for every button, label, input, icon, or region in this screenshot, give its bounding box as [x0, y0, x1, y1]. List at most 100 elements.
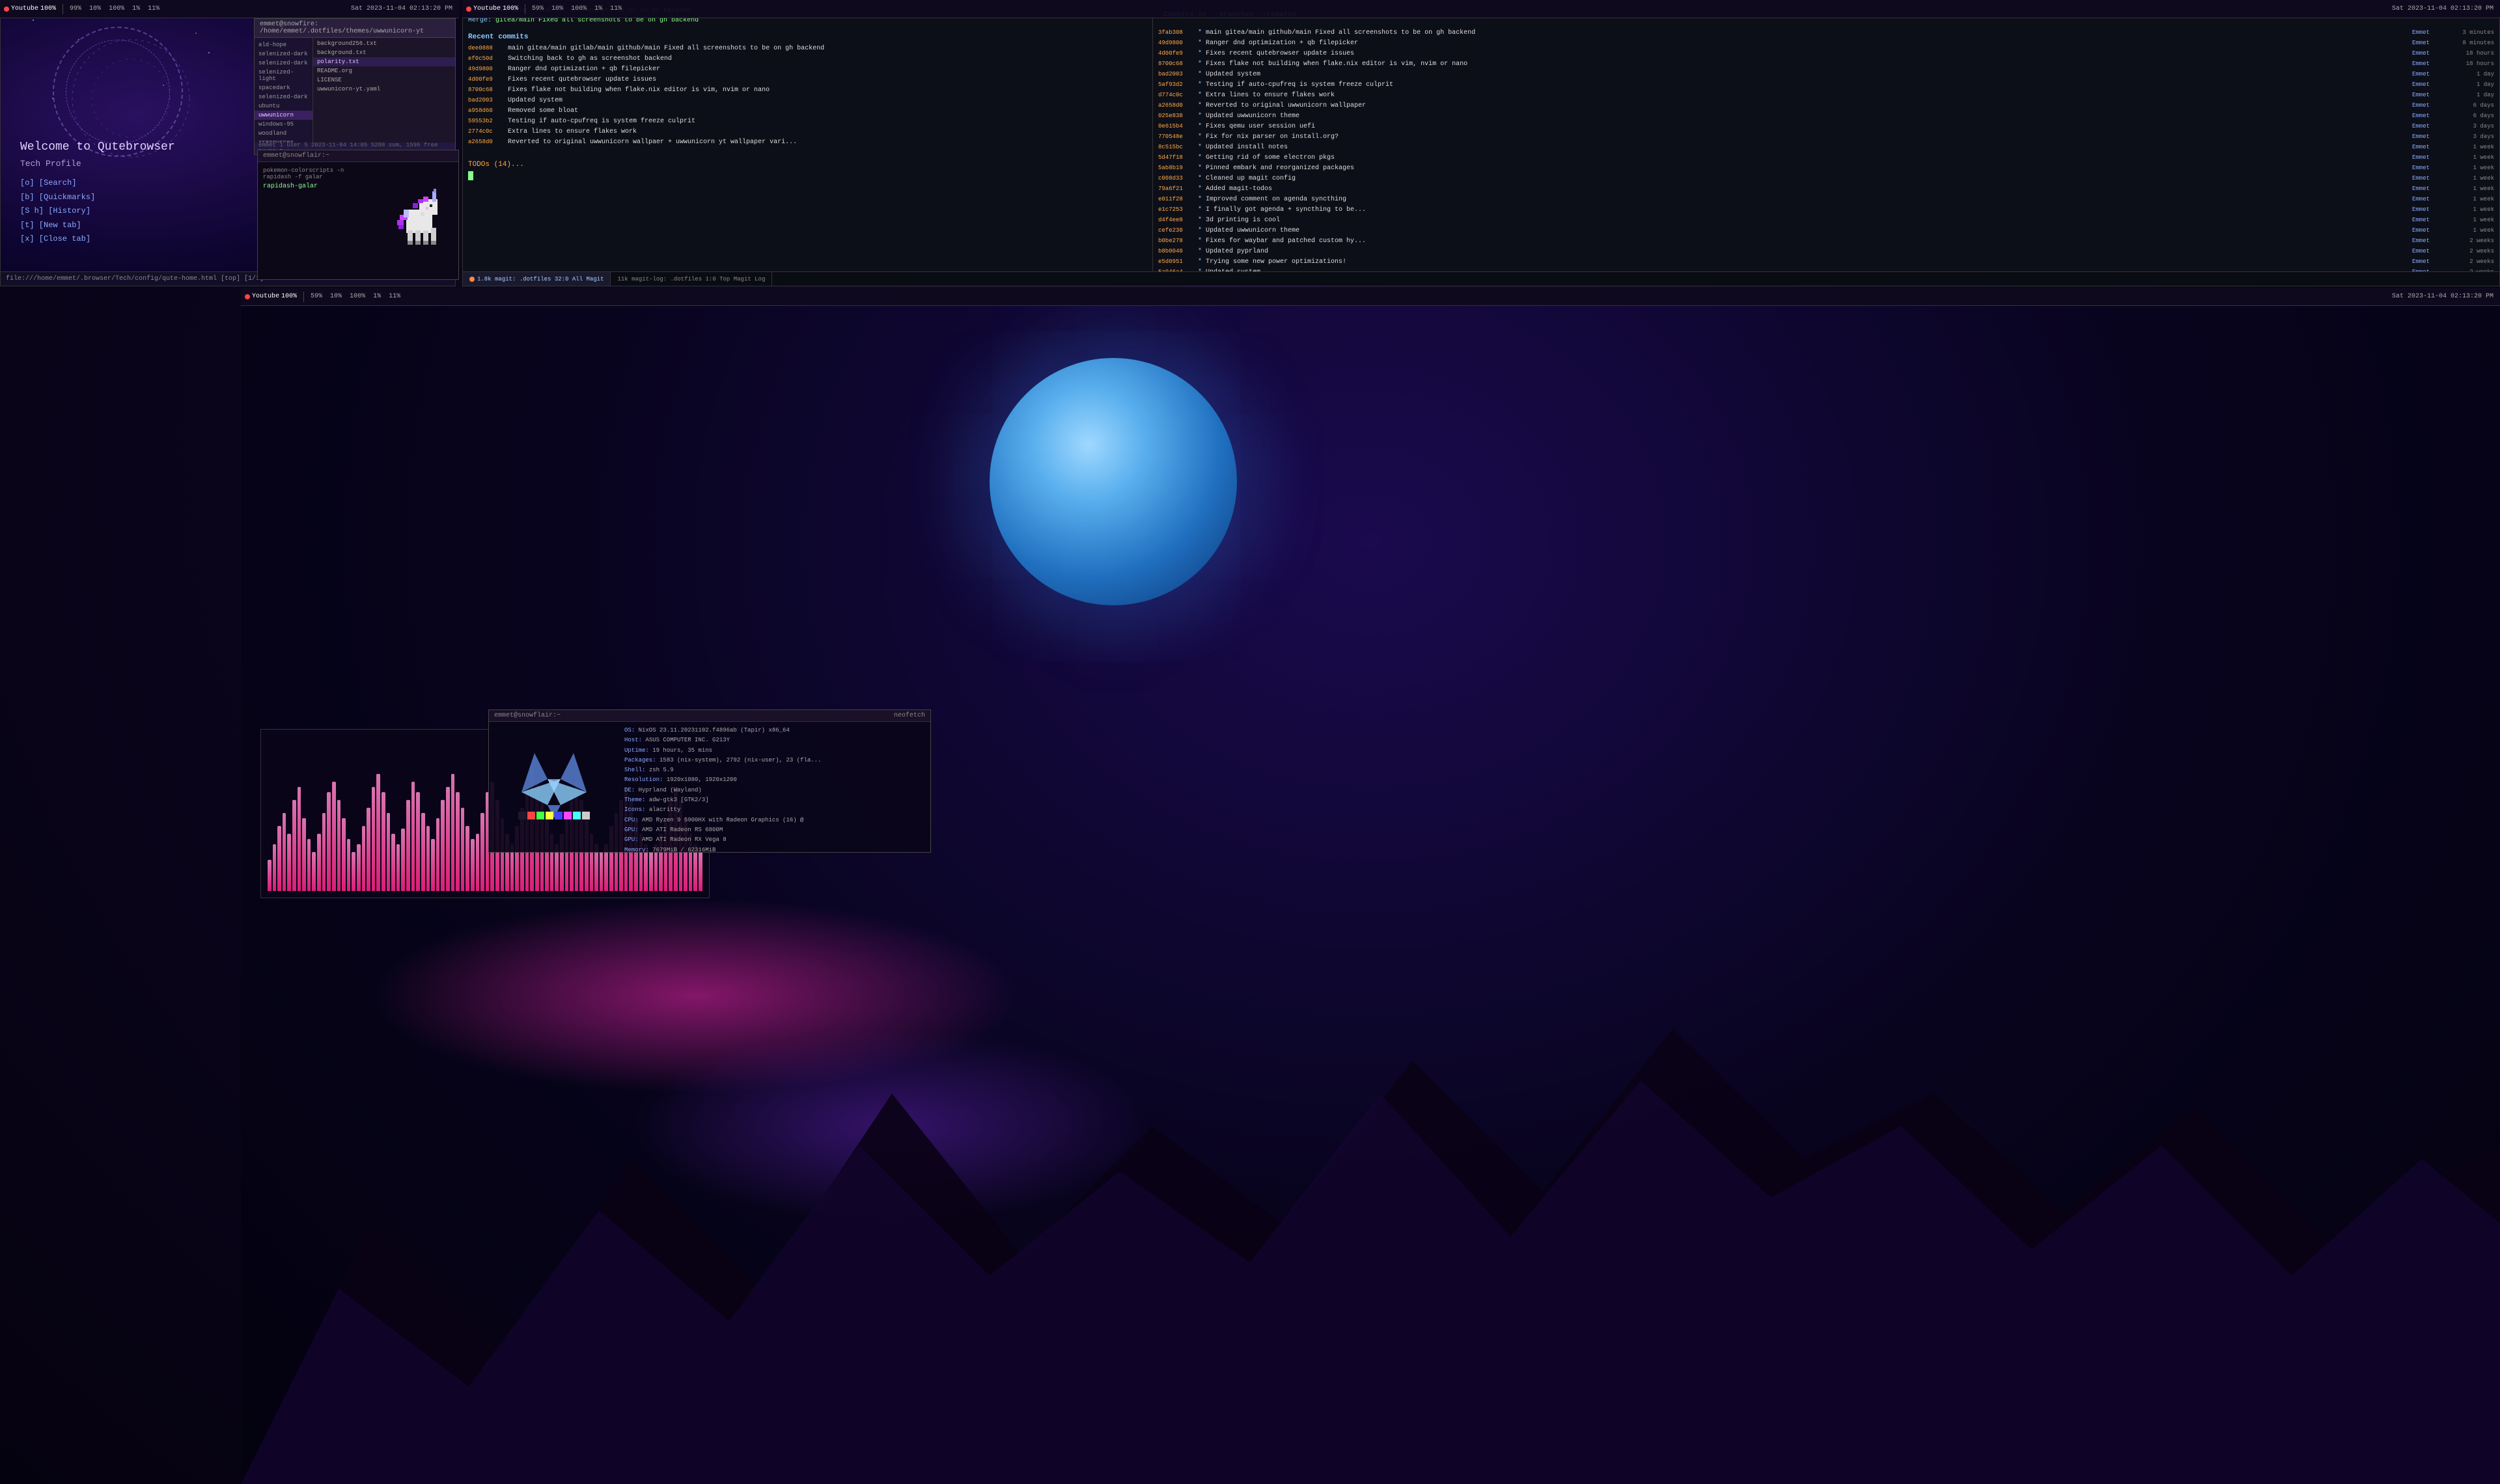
rapidash-sprite — [387, 184, 452, 255]
visualizer-bar — [283, 813, 286, 891]
visualizer-bar — [465, 826, 469, 891]
neofetch-header: emmet@snowflair:~ neofetch — [489, 710, 930, 722]
taskbar-sep — [62, 4, 63, 14]
files-theme-woodland[interactable]: woodland — [255, 129, 312, 138]
git-log-item: e011f28*Improved comment on agenda synct… — [1158, 195, 2494, 205]
files-theme-sel1[interactable]: selenized-dark — [255, 49, 312, 59]
taskbar-clock-bottom: Sat 2023-11-04 02:13:20 PM — [2392, 293, 2500, 300]
taskbar-cpu-r: 59% — [528, 5, 548, 12]
qute-text: Welcome to Qutebrowser Tech Profile [o] … — [20, 141, 175, 247]
git-commit-item: ef0c50dSwitching back to gh as screensho… — [468, 54, 1147, 64]
qute-link-quickmarks[interactable]: [b] [Quickmarks] — [20, 191, 175, 205]
qute-subtitle: Tech Profile — [20, 159, 175, 169]
qute-link-search[interactable]: [o] [Search] — [20, 176, 175, 191]
visualizer-bar — [307, 839, 311, 891]
git-commits-list: dee0888main gitea/main gitlab/main githu… — [468, 44, 1147, 148]
files-theme-uwwunicorn[interactable]: uwwunicorn — [255, 111, 312, 120]
files-theme-sel2[interactable]: selenized-dark — [255, 59, 312, 68]
git-log-item: cefe230*Updated uwwunicorn themeEmmet1 w… — [1158, 226, 2494, 236]
neofetch-content: OS: NixOS 23.11.20231102.f4896ab (Tapir)… — [489, 722, 930, 849]
visualizer-bar — [446, 787, 450, 891]
files-theme-ubuntu[interactable]: ubuntu — [255, 102, 312, 111]
taskbar-item-youtube-left[interactable]: Youtube 100% — [0, 5, 60, 12]
taskbar-disk: 100% — [105, 5, 128, 12]
taskbar-bottom-bat: 11% — [385, 293, 404, 300]
neofetch-line: Icons: alacritty — [624, 805, 925, 815]
pokemon-terminal: pokemon-colorscripts -n rapidash -f gala… — [258, 162, 380, 277]
git-log-item: 5af93d2*Testing if auto-cpufreq is syste… — [1158, 80, 2494, 90]
taskbar-disk-r: 100% — [567, 5, 590, 12]
neofetch-line: Resolution: 1920x1080, 1920x1200 — [624, 775, 925, 785]
files-content: ald-hope selenized-dark selenized-dark s… — [255, 38, 455, 155]
neofetch-line: DE: Hyprland (Wayland) — [624, 786, 925, 795]
git-log-item: 770548e*Fix for nix parser on install.or… — [1158, 132, 2494, 143]
visualizer-bar — [699, 852, 702, 891]
git-log-item: 5ab8b19*Pinned embark and reorganized pa… — [1158, 163, 2494, 174]
visualizer-bar — [322, 813, 326, 891]
git-panes: Head: main main Fixed all screenshots to… — [463, 1, 2499, 271]
taskbar-bottom-disk: 100% — [346, 293, 369, 300]
visualizer-bar — [456, 792, 460, 891]
visualizer-bar — [312, 852, 316, 891]
visualizer-bar — [298, 787, 301, 891]
qute-link-closetab[interactable]: [x] [Close tab] — [20, 232, 175, 247]
file-item-yaml[interactable]: uwwunicorn-yt.yaml — [313, 85, 455, 94]
git-log-item: 025e838*Updated uwwunicorn themeEmmet6 d… — [1158, 111, 2494, 122]
visualizer-bar — [411, 782, 415, 891]
taskbar-bottom-net: 1% — [369, 293, 385, 300]
taskbar-bottom-indicator — [245, 294, 250, 299]
git-log-item: 3fab308*main gitea/main github/main Fixe… — [1158, 28, 2494, 38]
file-item-readme[interactable]: README.org — [313, 66, 455, 76]
taskbar-clock-right: Sat 2023-11-04 02:13:20 PM — [2392, 5, 2500, 12]
taskbar-net: 1% — [128, 5, 144, 12]
file-item-bg256[interactable]: background256.txt — [313, 39, 455, 48]
visualizer-bar — [387, 813, 391, 891]
git-todos-header: TODOs (14)... — [468, 161, 1147, 169]
visualizer-bar — [302, 818, 306, 891]
visualizer-bar — [362, 826, 366, 891]
visualizer-bar — [327, 792, 331, 891]
git-statusbar-left: 1.8k magit: .dotfiles 32:0 All Magit — [463, 272, 611, 286]
visualizer-bar — [372, 787, 376, 891]
git-log-item: 49d9800*Ranger dnd optimization + qb fil… — [1158, 38, 2494, 49]
git-log-item: b8b0040*Updated pyprlandEmmet2 weeks — [1158, 247, 2494, 257]
git-log-item: e1c7253*I finally got agenda + syncthing… — [1158, 205, 2494, 215]
visualizer-bar — [649, 852, 653, 891]
pokemon-content: pokemon-colorscripts -n rapidash -f gala… — [258, 162, 458, 277]
taskbar-bat-r: 11% — [606, 5, 626, 12]
qute-inner-circle — [66, 40, 170, 144]
neofetch-info: OS: NixOS 23.11.20231102.f4896ab (Tapir)… — [619, 722, 930, 849]
files-theme-win95[interactable]: windows-95 — [255, 120, 312, 129]
neofetch-line: GPU: AMD ATI Radeon RX Vega 8 — [624, 835, 925, 845]
qute-title: Welcome to Qutebrowser — [20, 141, 175, 154]
taskbar-item-youtube-right[interactable]: Youtube 100% — [462, 5, 522, 12]
git-commit-item: a958d60Removed some bloat — [468, 106, 1147, 117]
taskbar-bottom-youtube[interactable]: Youtube 100% — [241, 293, 301, 300]
taskbar-net-r: 1% — [590, 5, 606, 12]
file-item-bg[interactable]: background.txt — [313, 48, 455, 57]
git-commit-item: bad2003Updated system — [468, 96, 1147, 106]
qute-link-history[interactable]: [S h] [History] — [20, 204, 175, 219]
neofetch-line: Uptime: 19 hours, 35 mins — [624, 746, 925, 756]
git-log-item: e5d0951*Trying some new power optimizati… — [1158, 257, 2494, 268]
taskbar-indicator-right — [466, 7, 471, 12]
files-theme-aldhope[interactable]: ald-hope — [255, 40, 312, 49]
git-log-item: bad2003*Updated systemEmmet1 day — [1158, 70, 2494, 80]
git-log-item: 79a6f21*Added magit-todosEmmet1 week — [1158, 184, 2494, 195]
visualizer-bar — [476, 834, 480, 891]
window-pokemon: emmet@snowflair:~ pokemon-colorscripts -… — [257, 150, 459, 280]
window-git: Head: main main Fixed all screenshots to… — [462, 0, 2500, 286]
qute-link-newtab[interactable]: [t] [New tab] — [20, 219, 175, 233]
file-item-license[interactable]: LICENSE — [313, 76, 455, 85]
git-log-item: 4d00fe9*Fixes recent qutebrowser update … — [1158, 49, 2494, 59]
git-log-item: d774c0c*Extra lines to ensure flakes wor… — [1158, 90, 2494, 101]
visualizer-bar — [292, 800, 296, 891]
git-commit-item: 8700c68Fixes flake not building when fla… — [468, 85, 1147, 96]
files-theme-sellight[interactable]: selenized-light — [255, 68, 312, 83]
visualizer-bar — [287, 834, 291, 891]
files-theme-spacedark[interactable]: spacedark — [255, 83, 312, 92]
files-theme-sel3[interactable]: selenized-dark — [255, 92, 312, 102]
visualizer-bar — [421, 813, 425, 891]
file-item-polarity[interactable]: polarity.txt — [313, 57, 455, 66]
taskbar-bottom: Youtube 100% 59% 10% 100% 1% 11% Sat 202… — [241, 288, 2500, 306]
